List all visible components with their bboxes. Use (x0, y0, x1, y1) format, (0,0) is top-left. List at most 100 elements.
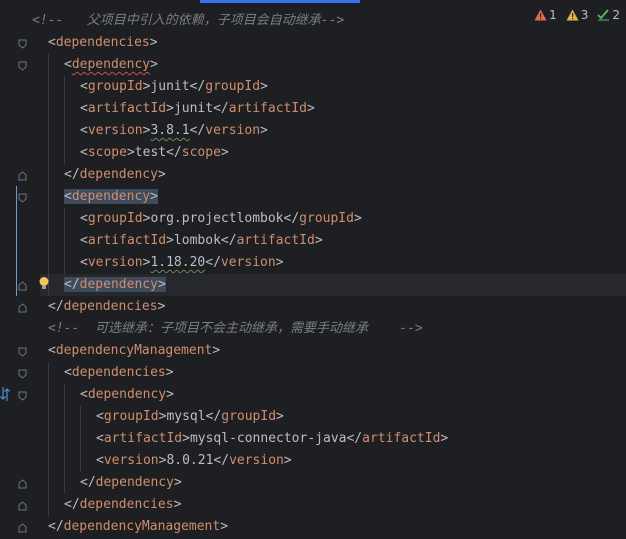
indent-guide (80, 406, 81, 472)
tag-bracket: < (64, 365, 72, 380)
tag-bracket: < (80, 387, 88, 402)
tag-bracket: > (165, 365, 174, 380)
tag-name: groupId (103, 409, 159, 424)
code-line[interactable]: </dependencies> (64, 494, 181, 516)
tag-name: artifactId (103, 431, 183, 446)
code-line[interactable]: <groupId>org.projectlombok</groupId> (80, 208, 362, 230)
tag-value: test (134, 145, 167, 160)
code-line[interactable]: <dependencies> (48, 32, 158, 54)
typo-count[interactable]: 2 (597, 8, 620, 22)
tag-name: dependencies (71, 365, 166, 380)
fold-marker-icon[interactable] (18, 39, 27, 49)
tag-name: scope (181, 145, 221, 160)
tag-name: artifactId (228, 101, 308, 116)
code-line[interactable]: </dependencies> (48, 296, 165, 318)
code-line[interactable]: <groupId>junit</groupId> (80, 76, 268, 98)
xml-comment: <!-- 父项目中引入的依赖，子项目会自动继承--> (32, 13, 345, 28)
opening-tag: <dependency> (64, 57, 158, 72)
code-line[interactable]: <artifactId>lombok</artifactId> (80, 230, 323, 252)
tag-bracket: < (64, 189, 72, 204)
fold-end-icon[interactable] (18, 303, 27, 313)
tag-name: dependency (79, 277, 158, 292)
indent-guide (48, 362, 49, 516)
tag-bracket: < (80, 101, 88, 116)
tag-bracket: > (150, 189, 158, 204)
tag-bracket: > (260, 79, 268, 94)
tag-name: version (229, 453, 284, 468)
code-line[interactable]: <!-- 可选继承：子项目不会主动继承，需要手动继承 --> (48, 318, 423, 340)
vcs-change-marker (16, 186, 17, 296)
code-line[interactable]: <dependency> (64, 186, 158, 208)
code-line[interactable]: <artifactId>mysql-connector-java</artifa… (96, 428, 448, 450)
fold-end-icon[interactable] (18, 171, 27, 181)
tag-bracket: </ (64, 497, 80, 512)
opening-tag: <dependencies> (64, 365, 174, 380)
editor-tab-accent (200, 0, 360, 3)
error-count[interactable]: 1 (534, 8, 557, 22)
tag-value: lombok (173, 233, 221, 248)
tag-name: dependencies (55, 35, 150, 50)
tag-value: mysql-connector-java (189, 431, 347, 446)
tag-bracket: </ (346, 431, 363, 446)
code-line[interactable]: </dependency> (80, 472, 182, 494)
opening-tag: <dependencyManagement> (48, 343, 220, 358)
fold-end-icon[interactable] (18, 479, 27, 489)
tag-bracket: > (157, 299, 166, 314)
lightbulb-icon[interactable] (38, 276, 50, 290)
indent-guide (48, 54, 49, 296)
code-line[interactable]: <scope>test</scope> (80, 142, 229, 164)
xml-comment: <!-- 可选继承：子项目不会主动继承，需要手动继承 --> (48, 321, 423, 336)
tag-bracket: > (307, 101, 315, 116)
code-line[interactable]: <dependencyManagement> (48, 340, 220, 362)
code-line[interactable]: <!-- 父项目中引入的依赖，子项目会自动继承--> (32, 10, 344, 32)
tag-name: version (103, 453, 159, 468)
code-line[interactable]: <dependency> (64, 54, 158, 76)
inspection-widget[interactable]: 1 3 2 (534, 8, 620, 22)
closing-tag: </dependency> (80, 475, 182, 490)
tag-value: 1.18.20 (150, 255, 206, 270)
tag-name: artifactId (236, 233, 315, 248)
code-line[interactable]: <groupId>mysql</groupId> (96, 406, 284, 428)
code-line[interactable]: <version>3.8.1</version> (80, 120, 268, 142)
fold-end-icon[interactable] (18, 523, 27, 533)
tag-name: artifactId (362, 431, 441, 446)
fold-marker-icon[interactable] (18, 347, 27, 357)
code-line[interactable]: </dependency> (64, 274, 166, 296)
fold-end-icon[interactable] (18, 501, 27, 511)
tag-bracket: > (275, 255, 284, 270)
fold-marker-icon[interactable] (18, 391, 27, 401)
tag-bracket: </ (166, 145, 182, 160)
tag-bracket: > (314, 233, 323, 248)
code-line[interactable]: </dependency> (64, 164, 166, 186)
tag-bracket: > (276, 409, 284, 424)
tag-name: version (87, 255, 143, 270)
tag-bracket: </ (205, 255, 221, 270)
fold-end-icon[interactable] (18, 281, 27, 291)
indent-guide (64, 76, 65, 164)
tag-bracket: > (220, 145, 229, 160)
indent-guide (64, 208, 65, 274)
closing-tag: </dependency> (64, 167, 166, 182)
tag-name: groupId (205, 79, 261, 94)
check-icon (597, 9, 610, 21)
code-line[interactable]: <dependency> (80, 384, 174, 406)
tag-bracket: > (157, 167, 166, 182)
opening-tag: <dependencies> (48, 35, 158, 50)
code-line[interactable]: <version>8.0.21</version> (96, 450, 292, 472)
fold-marker-icon[interactable] (18, 369, 27, 379)
tag-name: version (87, 123, 143, 138)
tag-name: groupId (221, 409, 277, 424)
tag-bracket: > (166, 233, 174, 248)
tag-name: dependency (79, 167, 158, 182)
fold-marker-icon[interactable] (18, 61, 27, 71)
code-line[interactable]: <version>1.18.20</version> (80, 252, 284, 274)
code-line[interactable]: <artifactId>junit</artifactId> (80, 98, 315, 120)
warning-count[interactable]: 3 (566, 8, 588, 22)
tag-bracket: </ (189, 79, 206, 94)
fold-marker-icon[interactable] (18, 193, 27, 203)
maven-sync-icon[interactable] (0, 386, 10, 402)
tag-value: 3.8.1 (150, 123, 190, 138)
code-line[interactable]: </dependencyManagement> (48, 516, 228, 538)
code-line[interactable]: <dependencies> (64, 362, 174, 384)
tag-name: dependencyManagement (55, 343, 213, 358)
